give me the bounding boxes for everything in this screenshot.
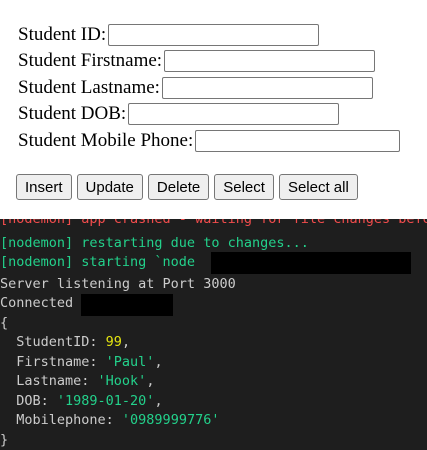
terminal-line-mobilephone: Mobilephone: '0989999776' (0, 411, 219, 430)
comma: , (146, 373, 155, 389)
student-dob-label: Student DOB: (18, 103, 127, 124)
student-lastname-input[interactable] (161, 77, 373, 99)
student-mobile-phone-label: Student Mobile Phone: (18, 130, 194, 151)
value-lastname: 'Hook' (97, 373, 147, 389)
comma: , (154, 393, 163, 409)
value-firstname: 'Paul' (105, 354, 155, 370)
terminal-line-crashed: [nodemon] app crashed - waiting for file… (0, 219, 427, 227)
student-mobile-phone-input[interactable] (195, 130, 401, 152)
terminal-output: [nodemon] app crashed - waiting for file… (0, 219, 427, 450)
terminal-line-student-id: StudentID: 99, (0, 333, 130, 352)
terminal-line-starting: [nodemon] starting `node (0, 254, 196, 270)
terminal-line-restarting: [nodemon] restarting due to changes... (0, 235, 309, 251)
terminal-line-open-brace: { (0, 315, 9, 331)
redaction-box-command (211, 252, 411, 274)
terminal-line-listening: Server listening at Port 3000 (0, 276, 236, 292)
select-button[interactable]: Select (214, 174, 274, 200)
key-firstname: Firstname: (0, 354, 106, 370)
key-lastname: Lastname: (0, 373, 98, 389)
student-mobile-phone-row: Student Mobile Phone: (18, 128, 401, 154)
value-mobilephone: '0989999776' (121, 412, 220, 428)
student-dob-row: Student DOB: (18, 101, 340, 127)
student-lastname-row: Student Lastname: (18, 75, 373, 101)
key-mobilephone: Mobilephone: (0, 412, 122, 428)
student-dob-input[interactable] (128, 103, 340, 125)
value-student-id: 99 (105, 334, 122, 350)
select-all-button[interactable]: Select all (278, 174, 358, 200)
delete-button[interactable]: Delete (147, 174, 210, 200)
student-firstname-input[interactable] (164, 50, 376, 72)
insert-button[interactable]: Insert (16, 174, 72, 200)
terminal-line-connected: Connected (0, 295, 74, 311)
value-dob: '1989-01-20' (56, 393, 155, 409)
student-firstname-row: Student Firstname: (18, 48, 376, 74)
key-dob: DOB: (0, 393, 57, 409)
comma: , (121, 334, 131, 350)
student-id-label: Student ID: (18, 24, 107, 45)
student-id-input[interactable] (108, 24, 320, 46)
comma: , (154, 354, 163, 370)
terminal-line-dob: DOB: '1989-01-20', (0, 392, 163, 411)
student-id-row: Student ID: (18, 22, 320, 48)
redaction-box-connected (81, 294, 173, 316)
terminal-line-lastname: Lastname: 'Hook', (0, 372, 154, 391)
action-buttons: Insert Update Delete Select Select all (16, 174, 358, 200)
student-firstname-label: Student Firstname: (18, 50, 163, 71)
terminal-line-close-brace: } (0, 432, 9, 448)
student-form: Student ID: Student Firstname: Student L… (0, 0, 427, 215)
terminal-line-firstname: Firstname: 'Paul', (0, 353, 163, 372)
key-student-id: StudentID: (0, 334, 106, 350)
update-button[interactable]: Update (76, 174, 143, 200)
student-lastname-label: Student Lastname: (18, 77, 160, 98)
